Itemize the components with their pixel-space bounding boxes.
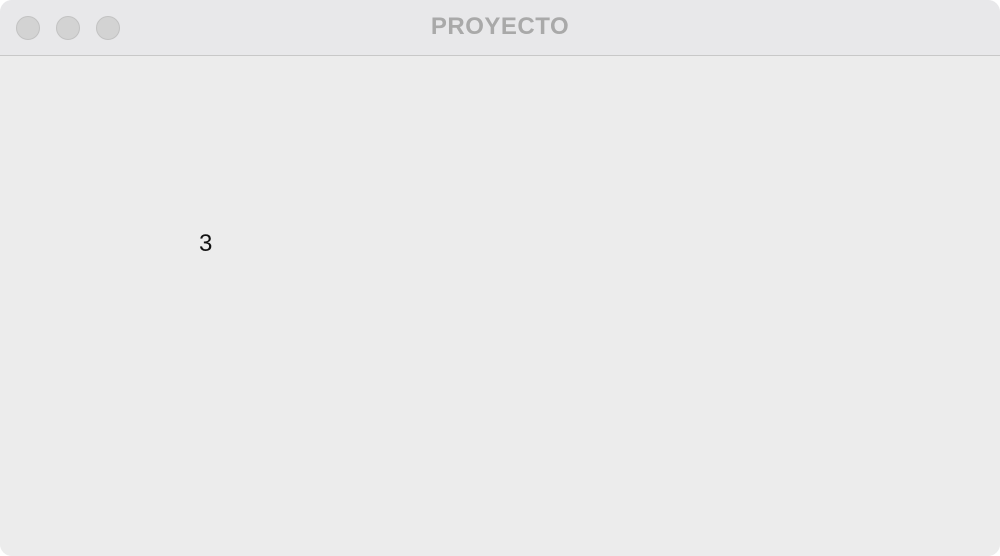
app-window: PROYECTO 3	[0, 0, 1000, 556]
title-bar[interactable]: PROYECTO	[0, 0, 1000, 56]
window-content: 3	[0, 56, 1000, 556]
window-title: PROYECTO	[430, 13, 570, 40]
value-label: 3	[199, 230, 213, 257]
